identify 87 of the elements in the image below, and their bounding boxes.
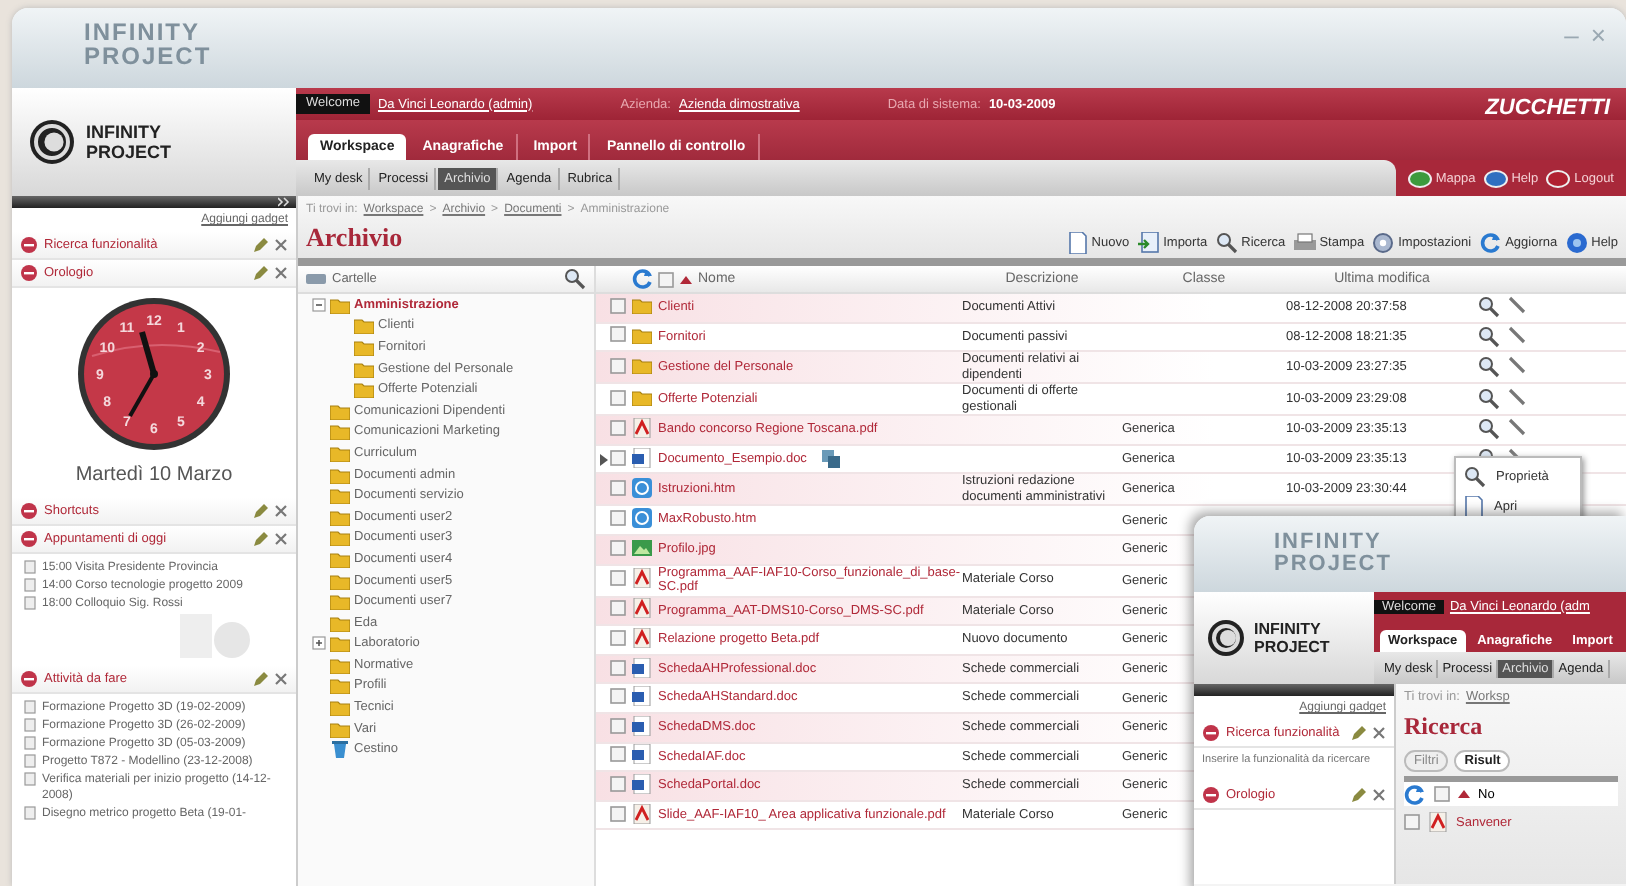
close-icon[interactable]: [1372, 726, 1386, 740]
pdf-file-icon: [632, 417, 652, 438]
close-icon[interactable]: [1372, 788, 1386, 802]
pencil-icon[interactable]: [1350, 787, 1366, 803]
collapse-toggle-icon[interactable]: [311, 297, 325, 312]
pdf-file-icon: [632, 627, 652, 648]
word-file-icon: [632, 744, 652, 765]
checkbox[interactable]: [610, 688, 626, 705]
checkbox[interactable]: [610, 570, 626, 587]
search-icon: [1464, 466, 1486, 488]
word-file-icon: [632, 447, 652, 468]
checkbox[interactable]: [610, 479, 626, 496]
checkbox[interactable]: [610, 659, 626, 676]
pencil-icon[interactable]: [252, 671, 268, 687]
checkbox[interactable]: [610, 629, 626, 646]
collapse-icon[interactable]: [20, 236, 38, 254]
pencil-icon[interactable]: [1350, 725, 1366, 741]
search-icon[interactable]: [1478, 356, 1500, 379]
collapse-icon[interactable]: [20, 502, 38, 520]
search-icon[interactable]: [1478, 418, 1500, 441]
search-icon[interactable]: [564, 268, 586, 290]
checkbox[interactable]: [610, 805, 626, 822]
refresh-icon: [1479, 232, 1502, 254]
checkbox[interactable]: [610, 746, 626, 763]
logo-icon: [1206, 618, 1246, 658]
page-title: Archivio: [306, 222, 403, 254]
search-icon[interactable]: [1478, 296, 1500, 319]
brand-logo: ZUCCHETTI: [1485, 96, 1610, 120]
checkbox[interactable]: [610, 297, 626, 314]
search-icon[interactable]: [1478, 388, 1500, 411]
pdf-file-icon: [632, 598, 652, 619]
checkbox[interactable]: [610, 419, 626, 436]
logo-text: INFINITY PROJECT: [86, 122, 174, 162]
help-icon: [1565, 232, 1588, 254]
close-icon[interactable]: [274, 532, 288, 546]
checkbox[interactable]: [610, 357, 626, 374]
close-icon[interactable]: [274, 504, 288, 518]
logo-icon: [28, 118, 76, 166]
sort-ascending-icon[interactable]: [1458, 788, 1470, 800]
refresh-icon[interactable]: [632, 268, 654, 290]
collapse-icon[interactable]: [20, 264, 38, 282]
checkbox[interactable]: [610, 775, 626, 792]
web-page-icon: [632, 508, 652, 529]
document-icon: [1464, 496, 1484, 518]
checkbox[interactable]: [610, 389, 626, 406]
collapse-icon[interactable]: [1202, 786, 1220, 804]
checkbox[interactable]: [610, 539, 626, 556]
expand-toggle-icon[interactable]: [311, 636, 325, 651]
date-caption: Martedì 10 Marzo: [75, 464, 233, 486]
import-icon: [1137, 232, 1160, 254]
collapse-icon[interactable]: [20, 670, 38, 688]
collapse-icon[interactable]: [1202, 724, 1220, 742]
web-page-icon: [632, 477, 652, 498]
collapse-icon[interactable]: [20, 530, 38, 548]
note-icon: [24, 806, 36, 820]
document-icon: [1067, 232, 1088, 254]
double-arrow-icon[interactable]: [278, 196, 290, 208]
collapse-bar[interactable]: [1194, 684, 1394, 696]
search-icon[interactable]: [1478, 325, 1500, 348]
word-file-icon: [632, 686, 652, 707]
trash-icon: [330, 740, 350, 759]
checkbox[interactable]: [610, 326, 626, 343]
search-icon: [1215, 232, 1238, 254]
image-file-icon: [632, 537, 652, 558]
close-icon[interactable]: [274, 238, 288, 252]
close-icon[interactable]: [274, 672, 288, 686]
pdf-file-icon: [1428, 812, 1448, 832]
checkbox[interactable]: [658, 271, 674, 287]
checkbox[interactable]: [610, 717, 626, 734]
pdf-file-icon: [632, 568, 652, 589]
word-file-icon: [632, 657, 652, 678]
copy-icon: [822, 450, 841, 469]
checkbox[interactable]: [1404, 814, 1420, 830]
checkbox[interactable]: [610, 449, 626, 466]
pdf-file-icon: [632, 803, 652, 824]
refresh-icon[interactable]: [1404, 783, 1426, 805]
printer-icon: [1293, 232, 1316, 254]
checkbox[interactable]: [610, 600, 626, 617]
word-file-icon: [632, 715, 652, 736]
close-icon[interactable]: [274, 266, 288, 280]
checkbox[interactable]: [610, 510, 626, 527]
page-title: Ricerca: [1404, 712, 1485, 742]
checkbox[interactable]: [1434, 786, 1450, 802]
window-title: INFINITY PROJECT: [84, 20, 214, 68]
word-file-icon: [632, 773, 652, 794]
sort-ascending-icon[interactable]: [680, 273, 692, 285]
settings-icon: [1372, 232, 1395, 254]
